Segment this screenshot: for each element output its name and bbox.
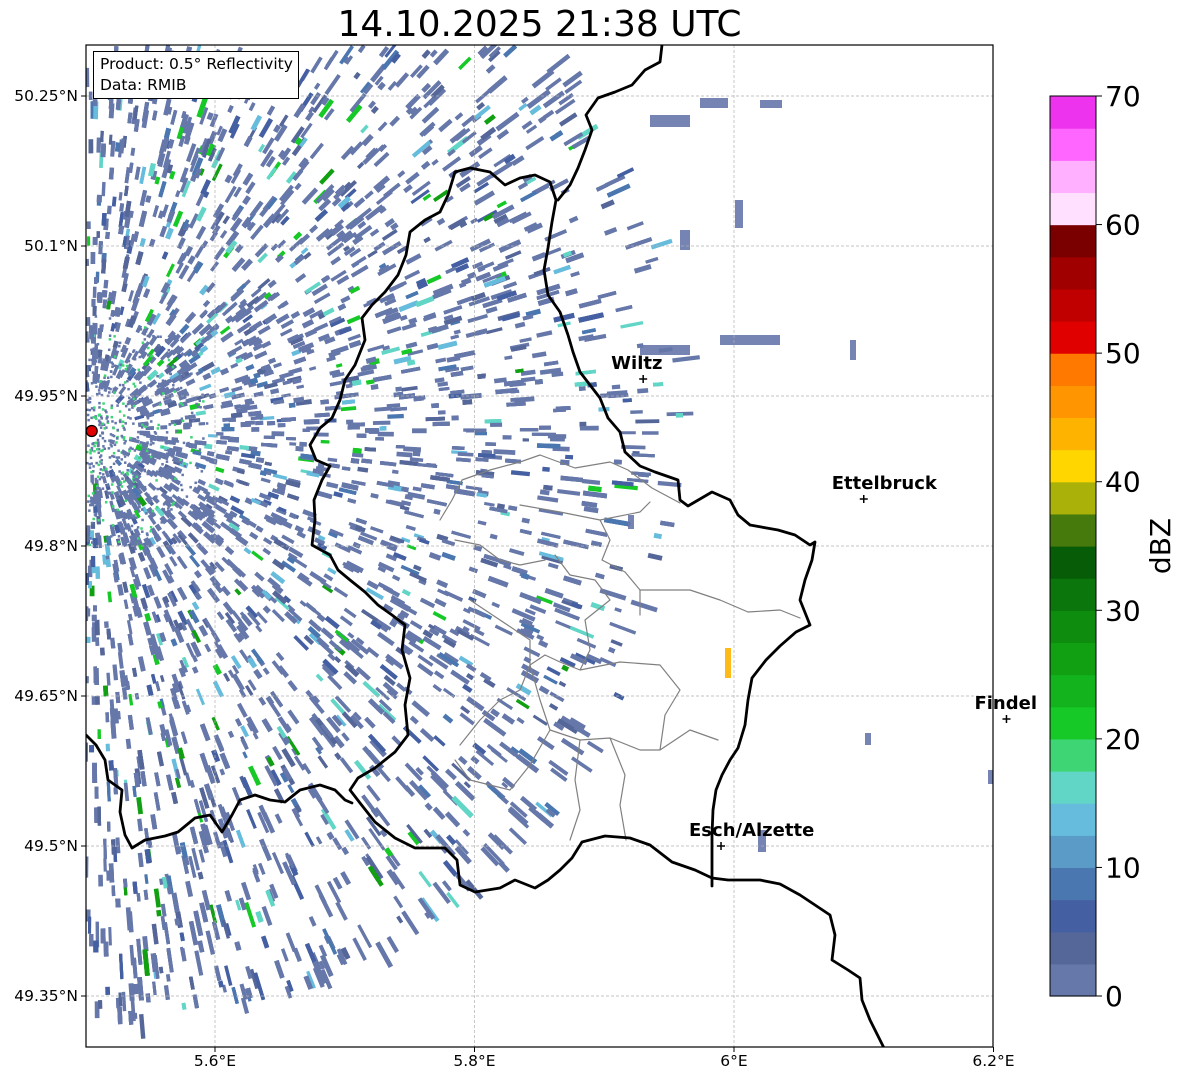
colorbar-tick-label: 60 [1105,209,1141,242]
colorbar-swatch [1050,835,1096,869]
colorbar-swatch [1050,288,1096,322]
colorbar-swatch [1050,513,1096,547]
colorbar-swatch [1050,321,1096,354]
lon-tick-label: 5.6°E [194,1052,236,1070]
lat-tick-label: 50.25°N [14,87,78,105]
colorbar-swatch [1050,771,1096,804]
colorbar-swatch [1050,738,1096,772]
city-marker: Wiltz [611,353,662,383]
canton-boundary [439,454,801,841]
colorbar-tick-label: 70 [1105,80,1141,113]
lat-tick-label: 49.95°N [14,387,78,405]
colorbar-swatch [1050,706,1096,740]
colorbar-swatch [1050,385,1096,419]
colorbar-swatch [1050,417,1096,451]
colorbar-swatch [1050,160,1096,194]
colorbar-swatch [1050,449,1096,483]
info-box: Product: 0.5° Reflectivity Data: RMIB [93,51,299,99]
colorbar-swatch [1050,481,1096,515]
radar-map: 5.6°E5.8°E6°E6.2°E6.4°E6.6°E50.25°N50.1°… [14,44,1177,1070]
product-label: Product: 0.5° Reflectivity [100,55,293,73]
city-label: Findel [974,693,1037,714]
lat-tick-label: 50.1°N [24,237,78,255]
city-label: Esch/Alzette [689,820,814,841]
data-source-label: Data: RMIB [100,76,187,94]
colorbar-swatch [1050,128,1096,161]
lon-tick-label: 5.8°E [453,1052,495,1070]
colorbar-swatch [1050,96,1096,129]
lon-tick-label: 6°E [720,1052,747,1070]
colorbar-swatch [1050,224,1096,258]
colorbar-swatch [1050,867,1096,901]
radar-site-marker [85,424,98,438]
colorbar-swatch [1050,674,1096,708]
colorbar-swatch [1050,963,1096,997]
city-markers: Wiltz Ettelbruck Findel Esch/Alzette [611,353,1037,850]
radar-location-dot [85,424,98,438]
city-label: Wiltz [611,353,662,374]
colorbar-swatch [1050,546,1096,579]
colorbar-swatch [1050,578,1096,611]
city-marker: Findel [974,693,1037,723]
radar-echo-layer [86,45,993,1039]
colorbar-tick-label: 20 [1105,723,1141,756]
colorbar-swatch [1050,353,1096,386]
colorbar-label: dBZ [1144,518,1177,574]
colorbar-swatch [1050,931,1096,965]
border-germany-belgium [556,45,664,202]
colorbar-tick-label: 30 [1105,594,1141,627]
lat-tick-label: 49.5°N [24,837,78,855]
colorbar-swatch [1050,899,1096,933]
city-marker: Esch/Alzette [689,820,814,850]
colorbar-tick-label: 10 [1105,851,1141,884]
colorbar-tick-label: 50 [1105,337,1141,370]
border-germany-france [710,876,886,1047]
graticule [86,45,993,1047]
colorbar-swatch [1050,610,1096,644]
lon-tick-label: 6.2°E [972,1052,1014,1070]
colorbar: 0 10 20 30 40 50 60 70 dBZ [1049,80,1177,1013]
colorbar-tick-label: 40 [1105,466,1141,499]
lat-tick-label: 49.65°N [14,687,78,705]
colorbar-swatch [1050,642,1096,676]
colorbar-swatch [1050,256,1096,290]
city-marker: Ettelbruck [832,473,938,503]
colorbar-swatch [1050,803,1096,836]
colorbar-swatch [1050,192,1096,226]
colorbar-tick-label: 0 [1105,980,1123,1013]
lat-tick-label: 49.35°N [14,987,78,1005]
lat-tick-label: 49.8°N [24,537,78,555]
city-label: Ettelbruck [832,473,938,494]
